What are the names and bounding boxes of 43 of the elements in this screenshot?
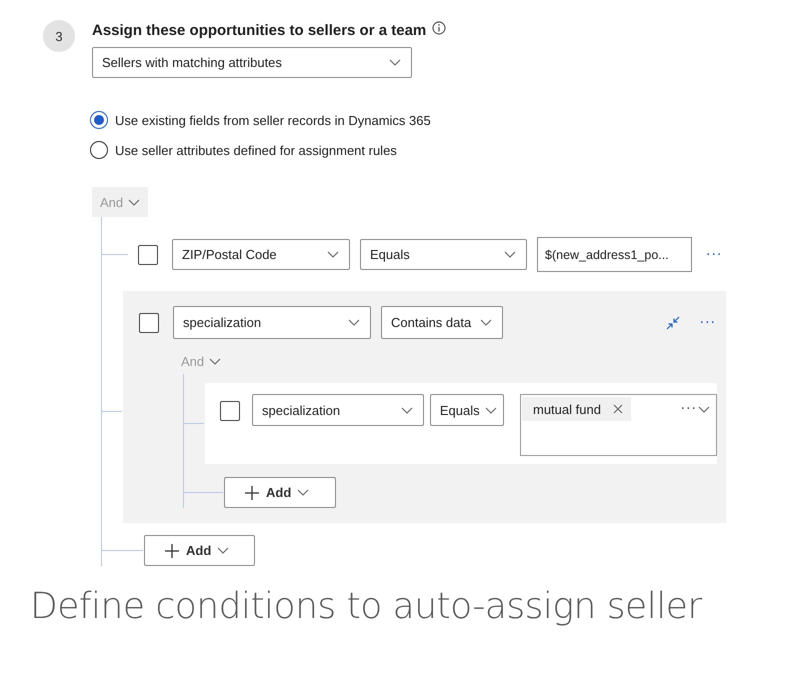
radio-button[interactable] bbox=[90, 111, 108, 129]
more-options-button[interactable]: ··· bbox=[680, 401, 698, 417]
add-button[interactable]: Add bbox=[224, 477, 336, 508]
step-number: 3 bbox=[43, 20, 75, 52]
more-options-button[interactable]: ··· bbox=[700, 246, 728, 262]
chevron-down-icon bbox=[297, 489, 310, 496]
collapse-icon bbox=[666, 316, 680, 330]
caption: Define conditions to auto-assign seller bbox=[30, 586, 704, 627]
checkbox[interactable] bbox=[138, 244, 158, 264]
value-tag: mutual fund bbox=[522, 397, 631, 421]
assignment-dropdown[interactable]: Sellers with matching attributes bbox=[92, 47, 412, 78]
chevron-down-icon bbox=[348, 319, 360, 326]
chevron-down-icon bbox=[400, 406, 413, 414]
remove-button[interactable] bbox=[612, 404, 623, 414]
chevron-down-icon bbox=[327, 251, 339, 258]
operator-dropdown[interactable]: Equals bbox=[430, 394, 504, 426]
field-dropdown[interactable]: specialization bbox=[252, 394, 424, 426]
radio-button[interactable] bbox=[90, 141, 108, 159]
chevron-down-icon bbox=[698, 406, 710, 412]
chevron-down-icon bbox=[128, 198, 140, 206]
chevron-down-icon bbox=[217, 547, 230, 554]
plus-icon bbox=[244, 484, 260, 500]
checkbox[interactable] bbox=[220, 401, 240, 421]
plus-icon bbox=[164, 542, 180, 558]
chevron-down-icon bbox=[480, 319, 492, 326]
chevron-down-icon bbox=[485, 406, 497, 414]
radio-option[interactable]: Use existing fields from seller records in Dynamics 365 bbox=[90, 111, 800, 129]
add-button[interactable]: Add bbox=[144, 535, 255, 566]
chevron-down-icon bbox=[389, 59, 401, 66]
field-dropdown[interactable]: specialization bbox=[173, 306, 371, 339]
radio-option[interactable]: Use seller attributes defined for assignment rules bbox=[90, 141, 800, 159]
operator-dropdown[interactable]: Contains data bbox=[381, 306, 503, 339]
section-title: Assign these opportunities to sellers or a team bbox=[92, 22, 426, 39]
chevron-down-icon bbox=[504, 251, 516, 258]
info-icon bbox=[432, 21, 446, 35]
value-field[interactable]: $(new_address1_po... bbox=[537, 237, 692, 272]
close-icon bbox=[612, 404, 623, 414]
value-field[interactable]: mutual fund ··· bbox=[520, 394, 717, 456]
checkbox[interactable] bbox=[139, 312, 159, 332]
more-options-button[interactable]: ··· bbox=[694, 314, 722, 330]
operator-dropdown[interactable]: Equals bbox=[360, 239, 527, 270]
field-dropdown[interactable]: ZIP/Postal Code bbox=[172, 239, 350, 270]
chevron-down-icon bbox=[209, 358, 222, 364]
